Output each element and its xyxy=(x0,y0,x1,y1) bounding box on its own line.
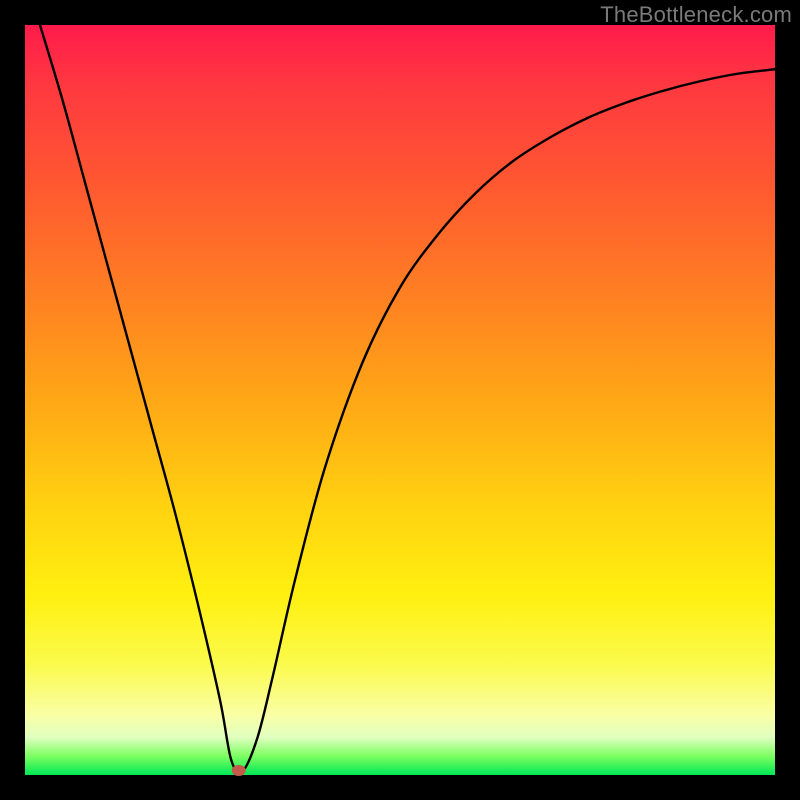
bottleneck-curve xyxy=(40,25,775,773)
chart-svg xyxy=(25,25,775,775)
plot-area xyxy=(25,25,775,775)
chart-frame: TheBottleneck.com xyxy=(0,0,800,800)
min-marker xyxy=(232,765,246,776)
watermark-text: TheBottleneck.com xyxy=(600,2,792,28)
